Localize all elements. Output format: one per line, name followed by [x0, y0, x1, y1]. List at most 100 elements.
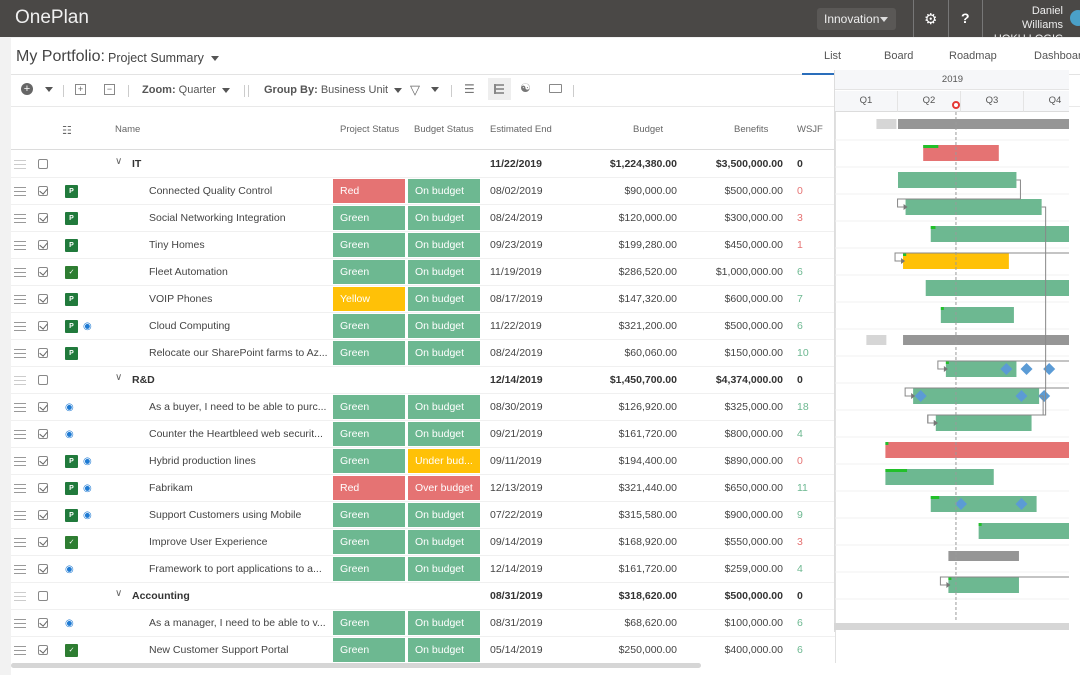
- item-name[interactable]: Hybrid production lines: [149, 455, 329, 467]
- row-checkbox[interactable]: [38, 564, 48, 574]
- project-status-badge[interactable]: Yellow: [333, 287, 405, 311]
- item-name[interactable]: Cloud Computing: [149, 320, 329, 332]
- gantt-scrollbar[interactable]: [834, 623, 1069, 630]
- cost-icon[interactable]: [549, 84, 562, 93]
- col-project-status[interactable]: Project Status: [340, 124, 399, 135]
- tab-board[interactable]: Board: [884, 50, 913, 62]
- drag-handle-icon[interactable]: [14, 457, 26, 466]
- col-budget-status[interactable]: Budget Status: [414, 124, 474, 135]
- project-status-badge[interactable]: Green: [333, 611, 405, 635]
- row-checkbox[interactable]: [38, 483, 48, 493]
- drag-handle-icon[interactable]: [14, 322, 26, 331]
- drag-handle-icon[interactable]: [14, 592, 26, 601]
- view-dropdown[interactable]: Project Summary: [108, 51, 219, 65]
- table-row[interactable]: ◉ Counter the Heartbleed web securit... Gr…: [11, 421, 835, 448]
- table-row[interactable]: P Connected Quality Control Red On budget 08…: [11, 178, 835, 205]
- tab-dashboard[interactable]: Dashboard: [1034, 50, 1080, 62]
- project-status-badge[interactable]: Green: [333, 395, 405, 419]
- drag-handle-icon[interactable]: [14, 403, 26, 412]
- budget-status-badge[interactable]: On budget: [408, 638, 480, 662]
- gantt-bar[interactable]: [978, 523, 1069, 539]
- drag-handle-icon[interactable]: [14, 484, 26, 493]
- add-icon[interactable]: +: [21, 83, 33, 95]
- budget-status-badge[interactable]: On budget: [408, 314, 480, 338]
- col-estimated-end[interactable]: Estimated End: [490, 124, 552, 135]
- budget-status-badge[interactable]: On budget: [408, 260, 480, 284]
- row-checkbox[interactable]: [38, 510, 48, 520]
- zoom-dropdown[interactable]: Zoom: Quarter: [142, 84, 230, 96]
- budget-status-badge[interactable]: On budget: [408, 395, 480, 419]
- budget-status-badge[interactable]: On budget: [408, 530, 480, 554]
- row-checkbox[interactable]: [38, 429, 48, 439]
- hierarchy-icon[interactable]: ☷: [62, 124, 72, 137]
- project-status-badge[interactable]: Green: [333, 530, 405, 554]
- gantt-bar[interactable]: [925, 280, 1069, 296]
- budget-status-badge[interactable]: On budget: [408, 179, 480, 203]
- avatar[interactable]: [1070, 10, 1080, 26]
- gantt-milestone[interactable]: [1043, 363, 1056, 375]
- gantt-bar[interactable]: [905, 199, 1042, 215]
- expand-all-icon[interactable]: +: [75, 84, 86, 95]
- table-row[interactable]: ◉ As a buyer, I need to be able to purc..…: [11, 394, 835, 421]
- gantt-bar[interactable]: [940, 307, 1014, 323]
- budget-status-badge[interactable]: On budget: [408, 503, 480, 527]
- tab-roadmap[interactable]: Roadmap: [949, 50, 997, 62]
- budget-status-badge[interactable]: On budget: [408, 422, 480, 446]
- row-checkbox[interactable]: [38, 375, 48, 385]
- drag-handle-icon[interactable]: [14, 214, 26, 223]
- table-row[interactable]: P ◉ Cloud Computing Green On budget 11/22/201…: [11, 313, 835, 340]
- row-checkbox[interactable]: [38, 159, 48, 169]
- budget-status-badge[interactable]: On budget: [408, 287, 480, 311]
- gantt-bar[interactable]: [898, 172, 1017, 188]
- gantt-bar[interactable]: [935, 415, 1032, 431]
- table-row[interactable]: ◉ Framework to port applications to a... G…: [11, 556, 835, 583]
- drag-handle-icon[interactable]: [14, 565, 26, 574]
- col-wsjf[interactable]: WSJF: [797, 124, 823, 135]
- item-name[interactable]: Improve User Experience: [149, 536, 329, 548]
- row-checkbox[interactable]: [38, 456, 48, 466]
- row-checkbox[interactable]: [38, 537, 48, 547]
- row-checkbox[interactable]: [38, 618, 48, 628]
- budget-status-badge[interactable]: On budget: [408, 557, 480, 581]
- item-name[interactable]: Framework to port applications to a...: [149, 563, 329, 575]
- drag-handle-icon[interactable]: [14, 376, 26, 385]
- row-checkbox[interactable]: [38, 645, 48, 655]
- drag-handle-icon[interactable]: [14, 538, 26, 547]
- budget-status-badge[interactable]: On budget: [408, 611, 480, 635]
- table-row[interactable]: P Social Networking Integration Green On bu…: [11, 205, 835, 232]
- table-row[interactable]: ✓ Fleet Automation Green On budget 11/19/201…: [11, 259, 835, 286]
- item-name[interactable]: Tiny Homes: [149, 239, 329, 251]
- tab-list[interactable]: List: [801, 50, 864, 75]
- drag-handle-icon[interactable]: [14, 160, 26, 169]
- budget-status-badge[interactable]: On budget: [408, 341, 480, 365]
- workspace-dropdown[interactable]: Innovation: [817, 8, 896, 30]
- col-budget[interactable]: Budget: [633, 124, 663, 135]
- chevron-down-icon[interactable]: ∨: [115, 588, 122, 599]
- table-row[interactable]: ✓ New Customer Support Portal Green On budg…: [11, 637, 835, 663]
- drag-handle-icon[interactable]: [14, 511, 26, 520]
- project-status-badge[interactable]: Green: [333, 314, 405, 338]
- item-name[interactable]: New Customer Support Portal: [149, 644, 329, 656]
- item-name[interactable]: Fleet Automation: [149, 266, 329, 278]
- gantt-summary-bar[interactable]: [903, 335, 1069, 345]
- budget-status-badge[interactable]: On budget: [408, 206, 480, 230]
- horizontal-scrollbar[interactable]: [11, 663, 701, 668]
- item-name[interactable]: Fabrikam: [149, 482, 329, 494]
- gantt-summary-bar[interactable]: [948, 551, 1019, 561]
- project-status-badge[interactable]: Green: [333, 206, 405, 230]
- drag-handle-icon[interactable]: [14, 187, 26, 196]
- item-name[interactable]: Counter the Heartbleed web securit...: [149, 428, 329, 440]
- item-name[interactable]: Relocate our SharePoint farms to Az...: [149, 347, 329, 359]
- item-name[interactable]: Connected Quality Control: [149, 185, 329, 197]
- gantt-bar[interactable]: [885, 442, 1069, 458]
- row-checkbox[interactable]: [38, 348, 48, 358]
- list-view-icon[interactable]: ☰: [464, 82, 475, 96]
- gantt-milestone[interactable]: [1020, 363, 1033, 375]
- group-row[interactable]: ∨ R&D 12/14/2019 $1,450,700.00 $4,374,000.00…: [11, 367, 835, 394]
- budget-status-badge[interactable]: On budget: [408, 233, 480, 257]
- item-name[interactable]: As a manager, I need to be able to v...: [149, 617, 329, 629]
- gear-icon[interactable]: ⚙: [924, 10, 937, 28]
- drag-handle-icon[interactable]: [14, 646, 26, 655]
- table-row[interactable]: P ◉ Hybrid production lines Green Under bud.…: [11, 448, 835, 475]
- gantt-bar[interactable]: [948, 577, 1019, 593]
